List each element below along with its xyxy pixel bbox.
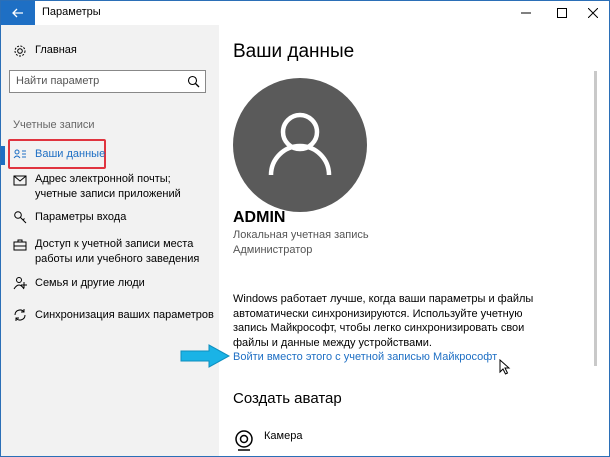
back-arrow-icon: [12, 8, 23, 18]
sidebar-item-your-info[interactable]: Ваши данные: [1, 143, 219, 165]
sidebar-item-label: Адрес электронной почты; учетные записи …: [35, 173, 181, 200]
camera-label[interactable]: Камера: [264, 430, 302, 442]
main-content: Ваши данные ADMIN Локальная учетная запи…: [219, 25, 599, 456]
close-icon: [588, 8, 598, 18]
gear-icon: [14, 45, 26, 57]
search-placeholder: Найти параметр: [16, 75, 100, 87]
camera-icon[interactable]: [233, 429, 255, 451]
maximize-icon: [557, 8, 567, 18]
window-title: Параметры: [42, 6, 101, 18]
back-button[interactable]: [1, 1, 35, 25]
username: ADMIN: [233, 209, 286, 226]
sidebar-item-label: Параметры входа: [35, 211, 127, 223]
microsoft-account-link[interactable]: Войти вместо этого с учетной записью Май…: [233, 351, 497, 363]
sidebar-item-email[interactable]: Адрес электронной почты; учетные записи …: [1, 170, 219, 202]
sync-icon: [14, 309, 26, 321]
close-button[interactable]: [577, 1, 609, 25]
sidebar: Главная Найти параметр Учетные записи Ва…: [1, 25, 219, 456]
sidebar-item-work-access[interactable]: Доступ к учетной записи места работы или…: [1, 235, 219, 267]
account-role: Администратор: [233, 244, 313, 256]
settings-window: Параметры Главная Найти параметр Учетные…: [0, 0, 610, 457]
sidebar-item-label: Семья и другие люди: [35, 277, 145, 289]
maximize-button[interactable]: [546, 1, 578, 25]
search-input[interactable]: Найти параметр: [9, 70, 206, 93]
section-label: Учетные записи: [13, 119, 95, 131]
create-avatar-heading: Создать аватар: [233, 390, 342, 407]
user-silhouette-icon: [268, 112, 332, 176]
page-title: Ваши данные: [233, 41, 355, 62]
mouse-cursor-icon: [499, 359, 511, 375]
sidebar-item-sign-in[interactable]: Параметры входа: [1, 207, 219, 229]
account-type: Локальная учетная запись: [233, 229, 369, 241]
sidebar-item-sync[interactable]: Синхронизация ваших параметров: [1, 305, 219, 327]
key-icon: [14, 211, 27, 224]
person-card-icon: [13, 149, 26, 159]
sidebar-item-label: Доступ к учетной записи места работы или…: [35, 238, 200, 265]
minimize-button[interactable]: [510, 1, 542, 25]
sidebar-item-home[interactable]: Главная: [1, 39, 219, 61]
minimize-icon: [521, 12, 531, 14]
pointer-arrow-icon: [180, 344, 231, 368]
sync-info-text: Windows работает лучше, когда ваши парам…: [233, 293, 534, 349]
sidebar-item-label: Главная: [35, 44, 77, 56]
briefcase-icon: [13, 239, 27, 251]
people-icon: [13, 277, 27, 290]
sidebar-item-label: Синхронизация ваших параметров: [35, 309, 214, 321]
avatar: [233, 78, 367, 212]
title-bar: Параметры: [1, 1, 609, 25]
scrollbar[interactable]: [594, 71, 597, 366]
search-icon: [187, 75, 200, 88]
sidebar-item-label: Ваши данные: [35, 148, 106, 160]
sidebar-item-family[interactable]: Семья и другие люди: [1, 273, 219, 295]
mail-icon: [13, 175, 27, 186]
